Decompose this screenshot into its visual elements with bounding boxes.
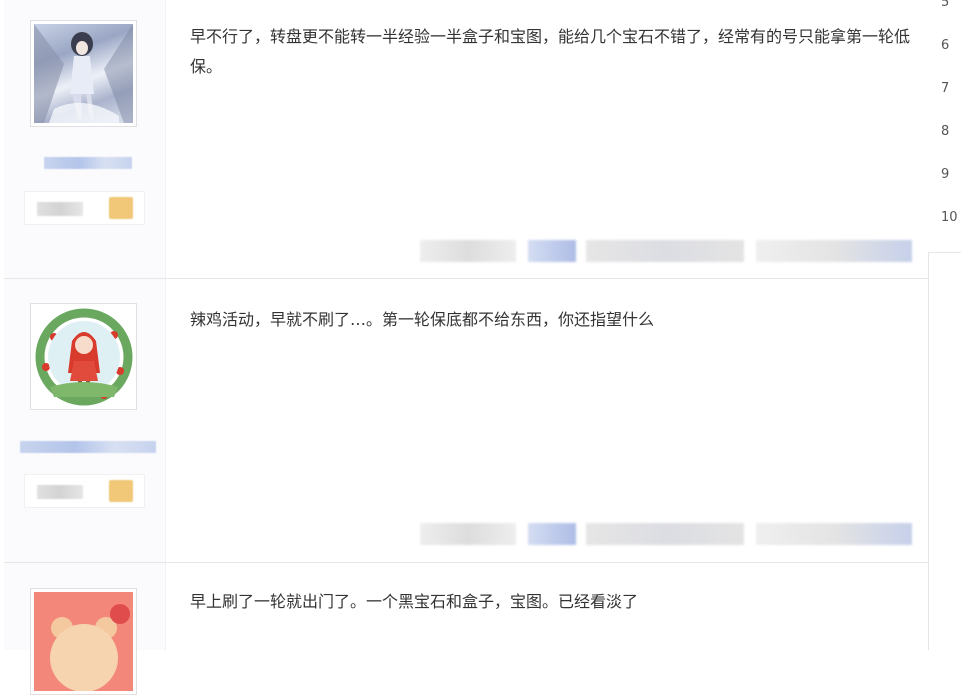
page-number[interactable]: 5 xyxy=(941,0,961,10)
level-text xyxy=(37,202,83,216)
user-avatar[interactable] xyxy=(30,20,137,127)
red-riding-hood-avatar-icon xyxy=(34,307,133,406)
user-avatar[interactable] xyxy=(30,588,137,695)
anime-girl-avatar-icon xyxy=(34,24,133,123)
tail-meta xyxy=(586,523,744,545)
post-tail xyxy=(420,523,912,545)
page-number[interactable]: 8 xyxy=(941,124,961,139)
page-number-list: 5 6 7 8 9 10 xyxy=(928,0,961,253)
user-level xyxy=(24,191,145,225)
page-number[interactable]: 6 xyxy=(941,38,961,53)
post-content: 早不行了，转盘更不能转一半经验一半盒子和宝图，能给几个宝石不错了，经常有的号只能… xyxy=(190,27,911,76)
tail-link[interactable] xyxy=(528,240,576,262)
page-number[interactable]: 9 xyxy=(941,167,961,182)
user-avatar[interactable] xyxy=(30,303,137,410)
thread-post-list: 早不行了，转盘更不能转一半经验一半盒子和宝图，能给几个宝石不错了，经常有的号只能… xyxy=(4,0,929,695)
bear-avatar-icon xyxy=(34,592,133,691)
page-number[interactable]: 10 xyxy=(941,210,961,225)
tail-client xyxy=(420,523,516,545)
post-content: 辣鸡活动，早就不刷了…。第一轮保底都不给东西，你还指望什么 xyxy=(190,310,655,329)
tail-reply[interactable] xyxy=(756,523,912,545)
level-badge-icon xyxy=(109,480,133,502)
page-number[interactable]: 7 xyxy=(941,81,961,96)
tail-reply[interactable] xyxy=(756,240,912,262)
post-tail xyxy=(420,240,912,262)
username[interactable] xyxy=(44,157,132,169)
level-text xyxy=(37,485,83,499)
tail-meta xyxy=(586,240,744,262)
post-item: 早不行了，转盘更不能转一半经验一半盒子和宝图，能给几个宝石不错了，经常有的号只能… xyxy=(4,0,928,279)
user-panel xyxy=(4,563,166,695)
user-panel xyxy=(4,0,166,278)
post-item: 早上刷了一轮就出门了。一个黑宝石和盒子，宝图。已经看淡了 xyxy=(4,563,928,695)
username[interactable] xyxy=(20,441,156,453)
post-content: 早上刷了一轮就出门了。一个黑宝石和盒子，宝图。已经看淡了 xyxy=(190,592,639,611)
tail-client xyxy=(420,240,516,262)
level-badge-icon xyxy=(109,197,133,219)
post-item: 辣鸡活动，早就不刷了…。第一轮保底都不给东西，你还指望什么 xyxy=(4,279,928,563)
user-level xyxy=(24,474,145,508)
user-panel xyxy=(4,279,166,562)
tail-link[interactable] xyxy=(528,523,576,545)
